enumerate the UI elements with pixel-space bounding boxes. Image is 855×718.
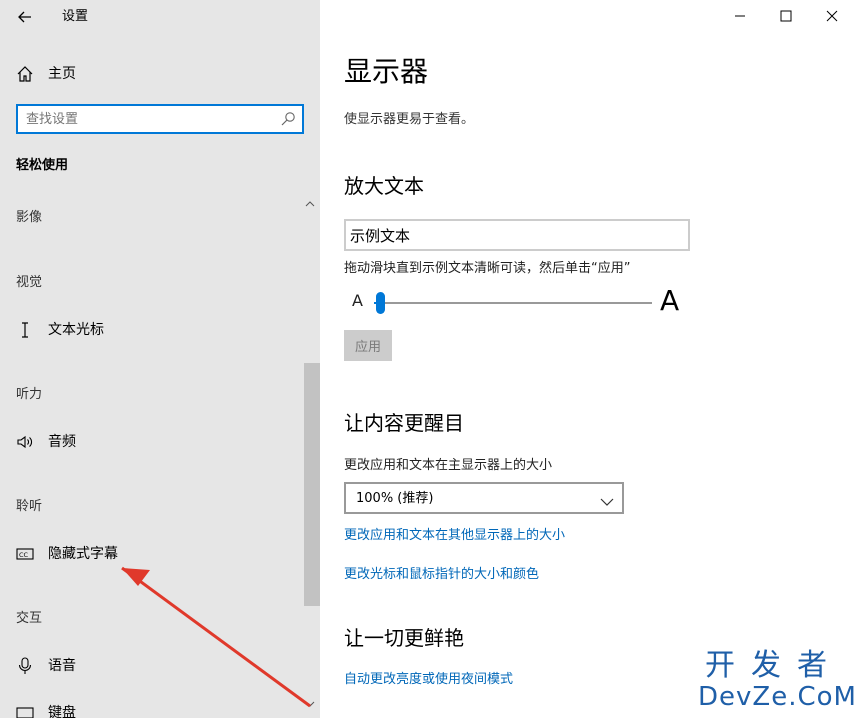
- sidebar-item-label: 音频: [48, 434, 76, 450]
- category-imaging: 影像: [16, 210, 43, 225]
- brighter-heading: 让一切更鲜艳: [344, 626, 464, 650]
- sample-text: 示例文本: [350, 227, 411, 245]
- sidebar-item-audio[interactable]: 音频: [0, 427, 300, 457]
- category-hearing: 听力: [16, 387, 43, 402]
- sidebar-item-label: 语音: [48, 658, 76, 674]
- slider-hint: 拖动滑块直到示例文本清晰可读，然后单击“应用”: [344, 261, 631, 276]
- watermark-logo: 开发者 DevZe.CoM: [698, 648, 855, 714]
- keyboard-icon: [16, 704, 34, 718]
- slider-max-label: A: [660, 284, 680, 317]
- section-title: 轻松使用: [16, 158, 69, 173]
- text-size-slider-thumb[interactable]: [375, 292, 385, 314]
- link-brightness[interactable]: 自动更改亮度或使用夜间模式: [344, 670, 513, 690]
- sample-text-box: 示例文本: [344, 219, 690, 251]
- svg-text:CC: CC: [19, 551, 29, 559]
- link-other-displays[interactable]: 更改应用和文本在其他显示器上的大小: [344, 526, 565, 546]
- scale-dropdown[interactable]: 100% (推荐): [344, 482, 624, 514]
- main-content: 显示器 使显示器更易于查看。 放大文本 示例文本 拖动滑块直到示例文本清晰可读，…: [344, 0, 844, 718]
- scale-label: 更改应用和文本在主显示器上的大小: [344, 458, 553, 473]
- search-input[interactable]: [26, 106, 276, 132]
- make-bigger-heading: 让内容更醒目: [344, 411, 464, 435]
- sidebar-item-label: 主页: [48, 66, 76, 82]
- scale-dropdown-value: 100% (推荐): [356, 491, 434, 506]
- sidebar-item-text-cursor[interactable]: 文本光标: [0, 315, 300, 345]
- sidebar-item-home[interactable]: 主页: [0, 60, 320, 88]
- link-cursor-size[interactable]: 更改光标和鼠标指针的大小和颜色: [344, 565, 539, 585]
- sidebar-item-label: 文本光标: [48, 322, 104, 338]
- microphone-icon: [16, 657, 34, 675]
- speaker-icon: [16, 433, 34, 451]
- search-box[interactable]: [16, 104, 304, 134]
- category-interaction: 交互: [16, 611, 43, 626]
- page-subtitle: 使显示器更易于查看。: [344, 112, 475, 127]
- sidebar-item-label: 键盘: [48, 705, 76, 718]
- chevron-down-icon: [600, 492, 614, 506]
- text-cursor-icon: [16, 321, 34, 339]
- annotation-arrow: [121, 566, 311, 708]
- title-bar: 设置: [0, 0, 320, 34]
- text-size-slider-track[interactable]: [374, 302, 652, 304]
- scroll-up-icon[interactable]: [305, 200, 315, 211]
- watermark-top: 开发者: [705, 648, 843, 683]
- home-icon: [16, 65, 34, 83]
- closed-captions-icon: CC: [16, 545, 34, 563]
- slider-min-label: A: [352, 291, 363, 310]
- enlarge-text-heading: 放大文本: [344, 174, 424, 198]
- category-vision: 视觉: [16, 275, 43, 290]
- window-title: 设置: [62, 9, 89, 24]
- page-title: 显示器: [344, 55, 429, 88]
- apply-button[interactable]: 应用: [344, 330, 392, 361]
- search-icon[interactable]: [280, 111, 296, 127]
- back-arrow-icon[interactable]: [14, 6, 36, 28]
- category-listening: 聆听: [16, 499, 43, 514]
- watermark-bottom: DevZe.CoM: [698, 682, 855, 712]
